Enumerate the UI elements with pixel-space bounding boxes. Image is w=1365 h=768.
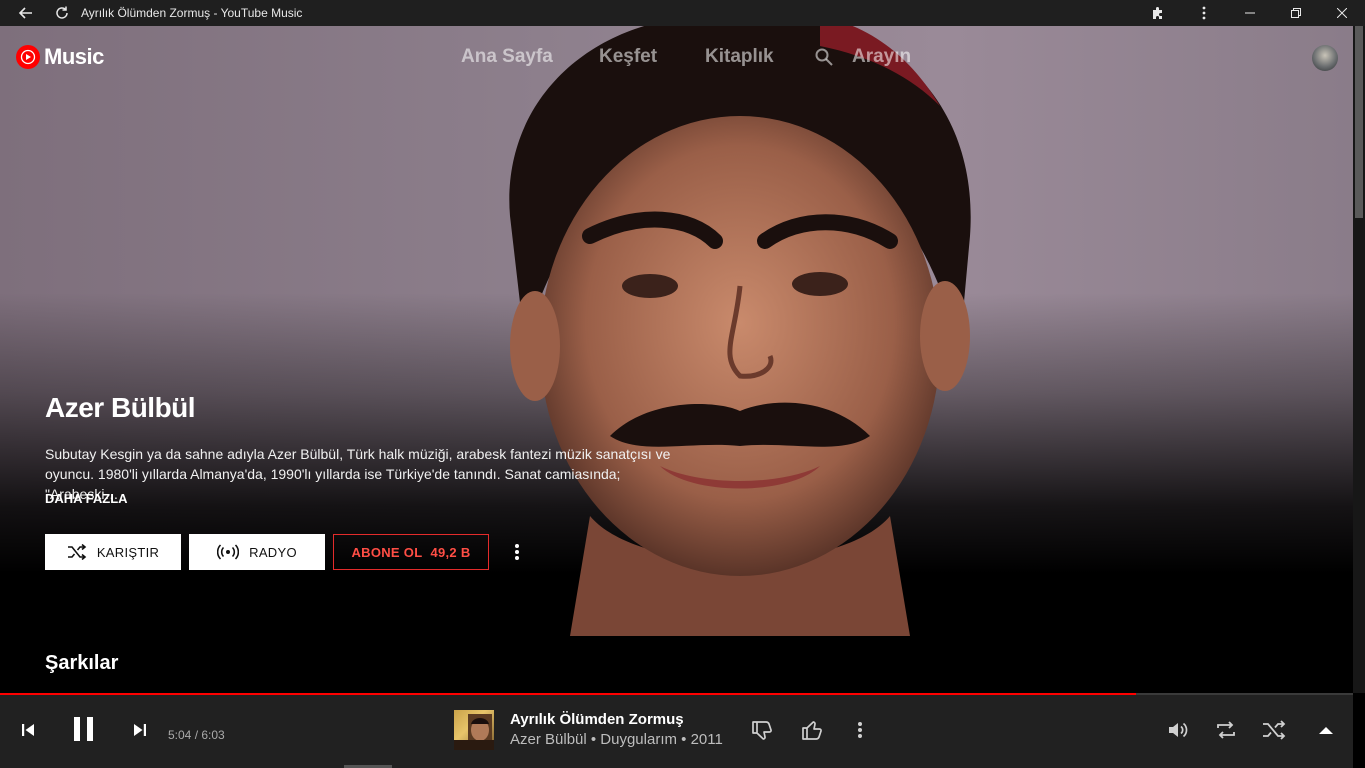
- shuffle-button[interactable]: KARIŞTIR: [45, 534, 181, 570]
- close-icon[interactable]: [1319, 0, 1365, 26]
- back-arrow-icon[interactable]: [17, 4, 35, 22]
- artist-name: Azer Bülbül: [45, 392, 196, 423]
- songs-section-title: Şarkılar: [45, 652, 119, 674]
- subscribe-label: ABONE OL: [351, 544, 423, 560]
- minimize-icon[interactable]: [1227, 0, 1273, 26]
- repeat-icon[interactable]: [1214, 719, 1238, 741]
- menu-dots-icon[interactable]: [1181, 0, 1227, 26]
- nav-library[interactable]: Kitaplık: [705, 46, 774, 68]
- volume-icon[interactable]: [1167, 719, 1189, 741]
- previous-track-icon[interactable]: [20, 722, 36, 738]
- artist-portrait-image: [509, 26, 971, 636]
- radio-icon: [217, 544, 240, 560]
- subscribe-button[interactable]: ABONE OL 49,2 B: [333, 534, 489, 570]
- dislike-icon[interactable]: [750, 718, 774, 742]
- pause-icon[interactable]: [72, 716, 96, 742]
- track-subtitle[interactable]: Azer Bülbül • Duygularım • 2011: [510, 731, 723, 748]
- artist-hero-banner: [0, 26, 1353, 693]
- window-titlebar: Ayrılık Ölümden Zormuş - YouTube Music: [0, 0, 1365, 26]
- avatar[interactable]: [1312, 45, 1338, 71]
- subscriber-count: 49,2 B: [430, 544, 471, 560]
- extensions-icon[interactable]: [1135, 0, 1181, 26]
- radio-button[interactable]: RADYO: [189, 534, 325, 570]
- page-scrollbar-thumb[interactable]: [1355, 26, 1363, 218]
- search-icon[interactable]: [815, 48, 833, 72]
- artist-description: Subutay Kesgin ya da sahne adıyla Azer B…: [45, 446, 671, 502]
- reload-icon[interactable]: [53, 4, 71, 22]
- like-icon[interactable]: [800, 718, 824, 742]
- nav-explore[interactable]: Keşfet: [599, 46, 657, 68]
- window-title: Ayrılık Ölümden Zormuş - YouTube Music: [81, 6, 303, 20]
- nav-search[interactable]: Arayın: [852, 46, 911, 68]
- youtube-music-icon: [16, 45, 40, 69]
- youtube-music-logo[interactable]: Music: [16, 44, 104, 70]
- more-button[interactable]: DAHA FAZLA: [45, 491, 128, 506]
- restore-icon[interactable]: [1273, 0, 1319, 26]
- album-thumbnail[interactable]: [454, 710, 494, 750]
- track-menu-icon[interactable]: [852, 720, 868, 740]
- radio-label: RADYO: [249, 544, 297, 560]
- track-title[interactable]: Ayrılık Ölümden Zormuş: [510, 711, 684, 728]
- more-options-icon[interactable]: [509, 542, 525, 562]
- shuffle-icon: [67, 544, 87, 560]
- next-track-icon[interactable]: [132, 722, 148, 738]
- playback-time: 5:04 / 6:03: [168, 728, 225, 742]
- shuffle-player-icon[interactable]: [1262, 720, 1286, 740]
- nav-home[interactable]: Ana Sayfa: [461, 46, 553, 68]
- shuffle-label: KARIŞTIR: [96, 544, 160, 560]
- logo-text: Music: [44, 44, 104, 69]
- expand-player-icon[interactable]: [1318, 724, 1334, 736]
